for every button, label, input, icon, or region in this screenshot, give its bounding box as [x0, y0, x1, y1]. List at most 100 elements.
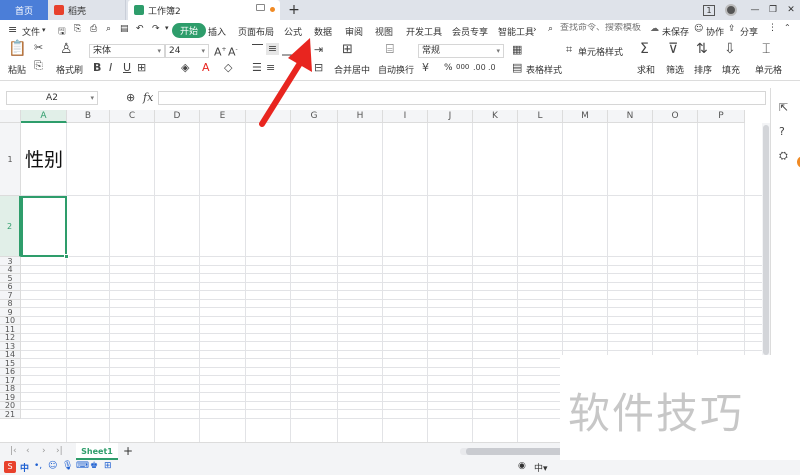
quick-export-icon[interactable]: ⎘ [74, 24, 81, 34]
cell-style-icon[interactable]: ⌗ [566, 44, 572, 56]
next-sheet-icon[interactable]: › [42, 446, 46, 456]
avatar[interactable] [724, 0, 738, 20]
justify-icon[interactable]: ⊟ [314, 62, 323, 74]
quick-print-icon[interactable]: ⎙ [90, 24, 97, 34]
decrease-decimal-icon[interactable]: .0 [488, 62, 496, 74]
ime-skin-icon[interactable]: ♚ [90, 461, 98, 471]
collab-icon[interactable]: ☺ [694, 24, 703, 34]
copy-icon[interactable]: ⎘ [34, 60, 43, 72]
column-header-d[interactable]: D [155, 110, 200, 123]
undo-icon[interactable]: ↶ [136, 24, 144, 34]
percent-button[interactable]: % [444, 63, 453, 73]
row-header-1[interactable]: 1 [0, 123, 21, 196]
tab-start[interactable]: 开始 [172, 23, 207, 38]
row-header-14[interactable]: 14 [0, 351, 21, 359]
share-button[interactable]: 分享 [740, 25, 758, 38]
row-header-16[interactable]: 16 [0, 368, 21, 376]
column-header-k[interactable]: K [473, 110, 518, 123]
tab-data[interactable]: 数据 [314, 25, 332, 38]
cut-icon[interactable]: ✂ [34, 42, 43, 54]
fill-button[interactable]: 填充 [722, 63, 740, 76]
column-header-n[interactable]: N [608, 110, 653, 123]
row-header-18[interactable]: 18 [0, 385, 21, 393]
filter-button[interactable]: 筛选 [666, 63, 684, 76]
tab-member[interactable]: 会员专享 [452, 25, 488, 38]
new-tab-button[interactable]: + [287, 0, 301, 20]
tab-insert[interactable]: 插入 [208, 25, 226, 38]
font-name-select[interactable]: 宋体 ▾ [89, 44, 165, 58]
tab-formulas[interactable]: 公式 [284, 25, 302, 38]
paste-icon[interactable]: 📋 [8, 41, 27, 56]
column-header-i[interactable]: I [383, 110, 428, 123]
increase-font-icon[interactable]: A+ [214, 44, 227, 59]
column-header-a[interactable]: A [21, 110, 67, 123]
collapse-ribbon-icon[interactable]: ⌃ [784, 23, 791, 32]
number-format-select[interactable]: 常规 ▾ [418, 44, 504, 58]
ime-emoji-icon[interactable]: ☺ [48, 461, 57, 471]
underline-icon[interactable]: U [123, 62, 131, 74]
ime-keyboard-icon[interactable]: ⌨ [76, 461, 89, 471]
sort-button[interactable]: 排序 [694, 63, 712, 76]
row-header-10[interactable]: 10 [0, 317, 21, 325]
zoom-icon[interactable]: ⊕ [126, 92, 135, 104]
cursor-icon[interactable]: ⇱ [779, 102, 788, 114]
format-painter-icon[interactable]: ♙ [60, 42, 73, 56]
tab-view[interactable]: 视图 [375, 25, 393, 38]
row-header-12[interactable]: 12 [0, 334, 21, 342]
tab-docer[interactable]: 稻壳 [48, 0, 126, 20]
italic-icon[interactable]: I [109, 62, 112, 74]
hamburger-icon[interactable]: ≡ [8, 23, 17, 36]
align-center-icon[interactable]: ≡ [266, 62, 275, 74]
first-sheet-icon[interactable]: |‹ [10, 446, 17, 456]
cell-style-button[interactable]: 单元格样式 [578, 45, 623, 58]
format-painter-button[interactable]: 格式刷 [56, 63, 83, 76]
sum-button[interactable]: 求和 [637, 63, 655, 76]
row-header-20[interactable]: 20 [0, 402, 21, 410]
fill-color-icon[interactable]: ◈ [181, 62, 189, 74]
prev-sheet-icon[interactable]: ‹ [26, 446, 30, 456]
tab-workbook[interactable]: 工作簿2 [128, 0, 280, 20]
collab-button[interactable]: 协作 [706, 25, 724, 38]
column-header-g[interactable]: G [291, 110, 338, 123]
help-icon[interactable]: ? [779, 126, 785, 138]
wrap-text-button[interactable]: 自动换行 [378, 63, 414, 76]
row-header-8[interactable]: 8 [0, 300, 21, 308]
row-col-icon[interactable]: ⌶ [762, 42, 770, 56]
ime-chinese-icon[interactable]: 中 [20, 461, 29, 474]
fill-handle[interactable] [64, 254, 69, 259]
chevron-down-icon[interactable]: ▾ [42, 26, 46, 34]
row-header-21[interactable]: 21 [0, 410, 21, 419]
search-input[interactable] [560, 23, 642, 33]
column-header-o[interactable]: O [653, 110, 698, 123]
font-size-select[interactable]: 24 ▾ [165, 44, 209, 58]
fx-icon[interactable]: fx [143, 92, 153, 104]
search-icon[interactable]: ⌕ [548, 24, 553, 34]
tab-smart-tools[interactable]: 智能工具 [498, 25, 534, 38]
more-options-icon[interactable]: ⋮ [768, 23, 777, 33]
column-header-f[interactable]: F [246, 110, 291, 123]
close-button[interactable]: ✕ [784, 0, 798, 20]
cloud-icon[interactable]: ☁ [650, 24, 659, 34]
align-middle-icon[interactable]: ≡ [266, 43, 279, 55]
tab-page-layout[interactable]: 页面布局 [238, 25, 274, 38]
tab-home[interactable]: 首页 [0, 0, 48, 20]
sogou-ime-icon[interactable]: S [4, 461, 16, 473]
align-left-icon[interactable]: ☰ [252, 62, 262, 74]
row-header-6[interactable]: 6 [0, 283, 21, 291]
row-header-4[interactable]: 4 [0, 266, 21, 274]
sort-icon[interactable]: ⇅ [696, 42, 708, 56]
column-header-p[interactable]: P [698, 110, 745, 123]
quick-save-icon[interactable]: 🖫 [58, 24, 66, 40]
font-color-icon[interactable]: A [202, 62, 210, 74]
align-bottom-icon[interactable]: ⎽ [282, 44, 293, 56]
cell-a1[interactable]: 性别 [22, 124, 66, 196]
tab-review[interactable]: 审阅 [345, 25, 363, 38]
quick-preview-icon[interactable]: ⌕ [106, 24, 111, 34]
table-style-icon[interactable]: ▤ [512, 62, 522, 74]
wrap-text-icon[interactable]: ⌸ [386, 43, 394, 56]
table-style-button[interactable]: 表格样式 [526, 63, 562, 76]
column-header-h[interactable]: H [338, 110, 383, 123]
eye-protection-icon[interactable]: ◉ [518, 461, 526, 471]
conditional-format-icon[interactable]: ▦ [512, 44, 522, 56]
sheet-tab-active[interactable]: Sheet1 [76, 443, 118, 460]
